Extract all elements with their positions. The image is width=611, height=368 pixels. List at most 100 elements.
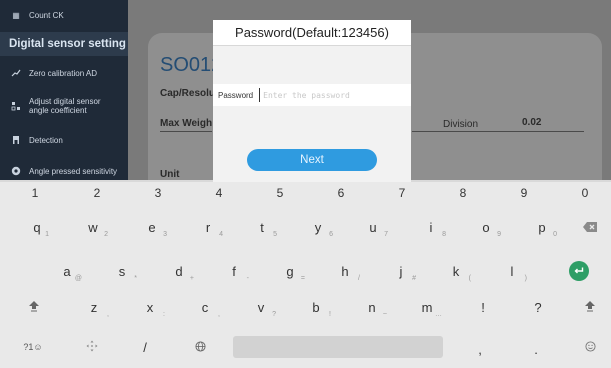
key-1[interactable]: 1 (22, 182, 48, 204)
key-label: ! (481, 299, 485, 315)
sidebar-item-zero-calibration[interactable]: Zero calibration AD (0, 62, 128, 84)
key-hint: 3 (163, 231, 167, 238)
key-label: u (369, 219, 377, 235)
sidebar-item-label: Detection (29, 135, 63, 145)
key-n[interactable]: n ~ (357, 296, 387, 319)
key-cursor-move[interactable] (80, 336, 104, 358)
globe-icon (194, 340, 206, 355)
key-label: g (286, 263, 294, 279)
key-s[interactable]: s * (107, 260, 137, 283)
key-hint: = (300, 275, 305, 282)
key-c[interactable]: c, (190, 296, 220, 319)
key-h[interactable]: h / (330, 260, 360, 283)
line-chart-icon (11, 68, 21, 78)
key-w[interactable]: w2 (78, 216, 108, 239)
key-label: x (146, 299, 154, 315)
key-label: p (538, 219, 546, 235)
key-t[interactable]: t5 (247, 216, 277, 239)
key-g[interactable]: g = (275, 260, 305, 283)
key-label: y (314, 219, 322, 235)
key-3[interactable]: 3 (145, 182, 171, 204)
key-shift-right[interactable] (578, 296, 602, 318)
sidebar-item-detection[interactable]: Detection (0, 132, 128, 148)
key-hint: ( (468, 275, 471, 282)
cursor-move-icon (86, 340, 98, 355)
key-hint: 5 (273, 231, 277, 238)
key-i[interactable]: i8 (416, 216, 446, 239)
detection-icon (11, 135, 21, 145)
key-l[interactable]: l) (497, 260, 527, 283)
sidebar-item-adjust-angle[interactable]: Adjust digital sensor angle coefficient (0, 92, 128, 120)
key-6[interactable]: 6 (328, 182, 354, 204)
key-hint: 9 (497, 231, 501, 238)
key-label: s (118, 263, 126, 279)
key-label: n (368, 299, 376, 315)
shift-icon (584, 300, 596, 315)
key-label: k (452, 263, 460, 279)
key-label: o (482, 219, 490, 235)
key-label: l (510, 263, 514, 279)
key-hint: + (189, 275, 194, 282)
key-label: v (257, 299, 265, 315)
key-hint: 1 (45, 231, 49, 238)
key-a[interactable]: a @ (52, 260, 82, 283)
key-b[interactable]: b! (301, 296, 331, 319)
key-o[interactable]: o9 (471, 216, 501, 239)
password-input[interactable] (259, 88, 396, 102)
key-hint: ? (272, 311, 276, 318)
division-value: 0.02 (522, 117, 542, 128)
key-label: t (260, 219, 264, 235)
key-hint: # (412, 275, 416, 282)
key-d[interactable]: d + (164, 260, 194, 283)
key-j[interactable]: j # (386, 260, 416, 283)
key-8[interactable]: 8 (450, 182, 476, 204)
key-hint: , (218, 311, 220, 318)
key-emoji[interactable] (578, 336, 602, 358)
key-label: q (33, 219, 41, 235)
key-comma[interactable]: , (470, 338, 490, 360)
key-f[interactable]: f- (219, 260, 249, 283)
key-hint: 8 (442, 231, 446, 238)
key-2[interactable]: 2 (84, 182, 110, 204)
key-period[interactable]: . (526, 338, 546, 360)
key-p[interactable]: p0 (527, 216, 557, 239)
backspace-icon (583, 220, 597, 235)
key-globe[interactable] (188, 336, 212, 358)
key-e[interactable]: e3 (137, 216, 167, 239)
unit-label: Unit (160, 169, 180, 180)
key-u[interactable]: u7 (358, 216, 388, 239)
key-label: b (312, 299, 320, 315)
key-m[interactable]: m… (412, 296, 442, 319)
key-y[interactable]: y6 (303, 216, 333, 239)
key-hint: … (435, 311, 442, 318)
division-label: Division (443, 119, 479, 130)
key-label: c (201, 299, 209, 315)
key-shift-left[interactable] (22, 296, 46, 318)
key-v[interactable]: v? (246, 296, 276, 319)
key-z[interactable]: z, (79, 296, 109, 319)
key-space[interactable] (233, 336, 443, 358)
key-slash[interactable]: / (134, 336, 156, 358)
key-enter[interactable] (564, 260, 594, 282)
key-9[interactable]: 9 (511, 182, 537, 204)
key-k[interactable]: k( (441, 260, 471, 283)
key-hint: ~ (382, 311, 387, 318)
key-q[interactable]: q1 (25, 216, 49, 239)
key-label: j (399, 263, 403, 279)
key-7[interactable]: 7 (389, 182, 415, 204)
key-hint: * (134, 275, 137, 282)
key-question[interactable]: ? (523, 296, 553, 318)
key-4[interactable]: 4 (206, 182, 232, 204)
key-r[interactable]: r4 (193, 216, 223, 239)
key-5[interactable]: 5 (267, 182, 293, 204)
key-symbols[interactable]: ?1☺ (18, 336, 48, 358)
division-underline (412, 131, 584, 132)
password-dialog: Password(Default:123456) Password Next (213, 20, 411, 182)
key-x[interactable]: x: (135, 296, 165, 319)
sidebar-item-angle-sensitivity[interactable]: Angle pressed sensitivity (0, 163, 128, 179)
key-backspace[interactable] (578, 216, 602, 238)
key-exclamation[interactable]: ! (468, 296, 498, 318)
next-button[interactable]: Next (247, 149, 377, 171)
sidebar-item-count-ck[interactable]: ▦ Count CK (0, 8, 128, 22)
key-0[interactable]: 0 (572, 182, 598, 204)
